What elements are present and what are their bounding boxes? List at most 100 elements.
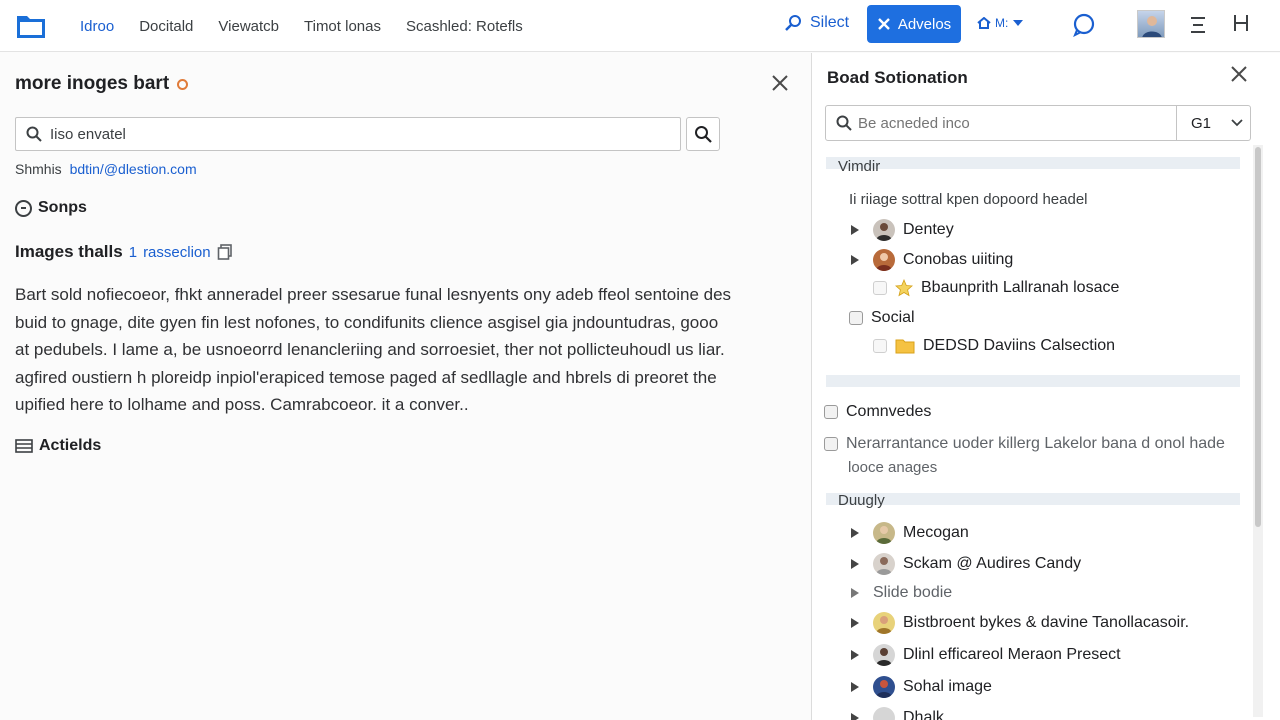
list-item-label: Conobas uiiting <box>903 251 1014 268</box>
images-count: 1 <box>128 243 138 261</box>
check-item-label: Comnvedes <box>846 403 932 420</box>
actields-heading[interactable]: Actields <box>15 437 101 455</box>
home-icon <box>977 17 991 29</box>
chat-bubble-icon[interactable] <box>1072 13 1096 37</box>
avatar <box>873 219 895 241</box>
nav-link-viewatcb[interactable]: Viewatcb <box>218 18 279 35</box>
nav-link-idroo[interactable]: Idroo <box>80 18 114 35</box>
expand-arrow-icon[interactable] <box>851 528 859 538</box>
list-item[interactable]: Sckam @ Audires Candy <box>851 553 1081 575</box>
expand-arrow-icon[interactable] <box>851 618 859 628</box>
list-icon <box>15 439 33 453</box>
images-heading: Images thalls 1 rasseclion <box>15 242 233 262</box>
list-item-label: Sckam @ Audires Candy <box>903 555 1082 572</box>
mm-dropdown[interactable]: M: <box>977 16 1024 30</box>
close-icon <box>877 18 890 30</box>
check-item-label: Nerarrantance uoder killerg Lakelor bana… <box>846 435 1225 452</box>
list-item[interactable]: Dhalk <box>851 707 944 720</box>
section-divider <box>826 375 1240 387</box>
avatar-person-icon <box>876 526 892 544</box>
avatar-person-icon <box>876 223 892 241</box>
list-item-label: Slide bodie <box>873 584 953 601</box>
panel-search-field[interactable] <box>825 105 1177 141</box>
expand-arrow-icon[interactable] <box>851 588 859 598</box>
search-icon <box>695 126 712 143</box>
checkbox[interactable] <box>824 405 838 419</box>
status-dot-icon <box>177 78 189 90</box>
close-right-panel-button[interactable] <box>1230 65 1248 87</box>
page-title: more inoges bart <box>15 73 189 95</box>
avatar <box>873 707 895 720</box>
checkbox[interactable] <box>873 281 887 295</box>
folder-logo-icon[interactable] <box>16 12 46 40</box>
close-panel-button[interactable] <box>770 73 790 95</box>
nav-link-docitald[interactable]: Docitald <box>139 18 193 35</box>
images-section-link[interactable]: rasseclion <box>143 244 211 261</box>
list-item[interactable]: Conobas uiiting <box>851 249 1013 271</box>
search-field[interactable] <box>15 117 681 151</box>
folder-icon <box>895 339 915 354</box>
list-item[interactable]: Mecogan <box>851 522 969 544</box>
group-select-value: G1 <box>1191 114 1212 132</box>
nav-link-scashled-rotefls[interactable]: Scashled: Rotefls <box>406 18 523 35</box>
panel-search-input[interactable] <box>858 114 1158 132</box>
check-item[interactable]: Comnvedes <box>824 403 931 421</box>
sonps-heading[interactable]: Sonps <box>15 199 87 217</box>
list-item-label: Dlinl efficareol Meraon Presect <box>903 646 1121 663</box>
avatar-person-icon <box>876 648 892 666</box>
list-item[interactable]: Slide bodie <box>851 584 952 602</box>
list-item[interactable]: Dentey <box>851 219 954 241</box>
search-input[interactable] <box>50 125 650 143</box>
list-item[interactable]: Sohal image <box>851 676 992 698</box>
list-item[interactable]: Social <box>849 309 915 327</box>
list-item[interactable]: Dlinl efficareol Meraon Presect <box>851 644 1121 666</box>
checkbox[interactable] <box>873 339 887 353</box>
section-heading-duugly: Duugly <box>838 492 885 509</box>
collapse-circle-icon <box>15 199 32 217</box>
checkbox[interactable] <box>849 311 863 325</box>
close-icon <box>772 75 788 91</box>
section-divider <box>826 157 1240 169</box>
sonps-label: Sonps <box>38 199 87 216</box>
avatar-person-icon <box>876 253 892 271</box>
user-avatar[interactable] <box>1137 10 1165 38</box>
avatar-person-icon <box>876 616 892 634</box>
avatar <box>873 676 895 698</box>
list-item[interactable]: DEDSD Daviins Calsection <box>873 337 1115 355</box>
expand-arrow-icon[interactable] <box>851 682 859 692</box>
menu-lines-icon[interactable] <box>1189 16 1207 34</box>
paragraph-line: buid to gnage, dite gyen fin lest nofone… <box>15 312 719 332</box>
expand-arrow-icon[interactable] <box>851 255 859 265</box>
search-icon <box>836 115 852 131</box>
right-panel: Boad Sotionation G1 Vimdir Ii riiage sot… <box>811 53 1280 720</box>
expand-arrow-icon[interactable] <box>851 650 859 660</box>
nav-link-timot-lonas[interactable]: Timot lonas <box>304 18 381 35</box>
group-select[interactable]: G1 <box>1176 105 1251 141</box>
star-icon <box>895 279 913 297</box>
section-subheading: Ii riiage sottral kpen dopoord headel <box>849 191 1088 208</box>
meta-line: Shmhis bdtin/@dlestion.com <box>15 161 197 177</box>
list-item[interactable]: Bistbroent bykes & davine Tanollacasoir. <box>851 612 1189 634</box>
expand-arrow-icon[interactable] <box>851 713 859 720</box>
paragraph-line: agfired oustiern h ploreidp inpiol'erapi… <box>15 367 717 387</box>
check-item[interactable]: Nerarrantance uoder killerg Lakelor bana… <box>824 435 1225 453</box>
h-letter-icon[interactable] <box>1232 13 1250 33</box>
copy-icon[interactable] <box>217 244 233 260</box>
select-button-label: Silect <box>810 14 850 31</box>
checkbox[interactable] <box>824 437 838 451</box>
nav-links: Idroo Docitald Viewatcb Timot lonas Scas… <box>80 0 523 52</box>
avatar-person-icon <box>1142 16 1162 37</box>
advanced-button[interactable]: Advelos <box>867 5 961 43</box>
scrollbar-thumb[interactable] <box>1255 147 1261 527</box>
expand-arrow-icon[interactable] <box>851 225 859 235</box>
advanced-button-label: Advelos <box>897 15 952 33</box>
select-button[interactable]: Silect <box>784 14 849 32</box>
check-item-continuation: looce anages <box>848 459 937 476</box>
list-item[interactable]: Bbaunprith Lallranah losace <box>873 279 1119 297</box>
meta-email-link[interactable]: bdtin/@dlestion.com <box>70 161 197 177</box>
expand-arrow-icon[interactable] <box>851 559 859 569</box>
paragraph-line: at pedubels. I lame a, be usnoeorrd lena… <box>15 340 725 359</box>
avatar-person-icon <box>876 680 892 698</box>
avatar <box>873 644 895 666</box>
search-button[interactable] <box>686 117 720 151</box>
